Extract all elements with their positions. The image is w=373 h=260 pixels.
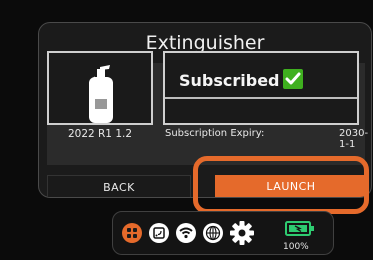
tablet-icon[interactable] xyxy=(148,222,170,244)
status-divider xyxy=(165,97,357,99)
globe-icon[interactable] xyxy=(202,222,224,244)
expiry-label: Subscription Expiry: xyxy=(165,128,265,139)
apps-icon[interactable] xyxy=(121,222,143,244)
app-thumbnail xyxy=(47,51,153,125)
subscription-box: Subscribed xyxy=(163,51,359,125)
taskbar: 100% xyxy=(112,211,334,255)
back-button[interactable]: BACK xyxy=(47,175,191,197)
launch-highlight-outline xyxy=(193,156,369,214)
extinguisher-icon xyxy=(89,65,113,123)
app-version: 2022 R1 1.2 xyxy=(67,128,133,140)
battery-icon xyxy=(285,220,315,242)
battery-percentage: 100% xyxy=(283,242,309,252)
subscription-status: Subscribed xyxy=(179,71,280,90)
expiry-value: 2030-1-1 xyxy=(339,128,369,150)
gear-icon[interactable] xyxy=(229,220,255,246)
wifi-icon[interactable] xyxy=(175,222,197,244)
check-icon xyxy=(283,69,303,89)
